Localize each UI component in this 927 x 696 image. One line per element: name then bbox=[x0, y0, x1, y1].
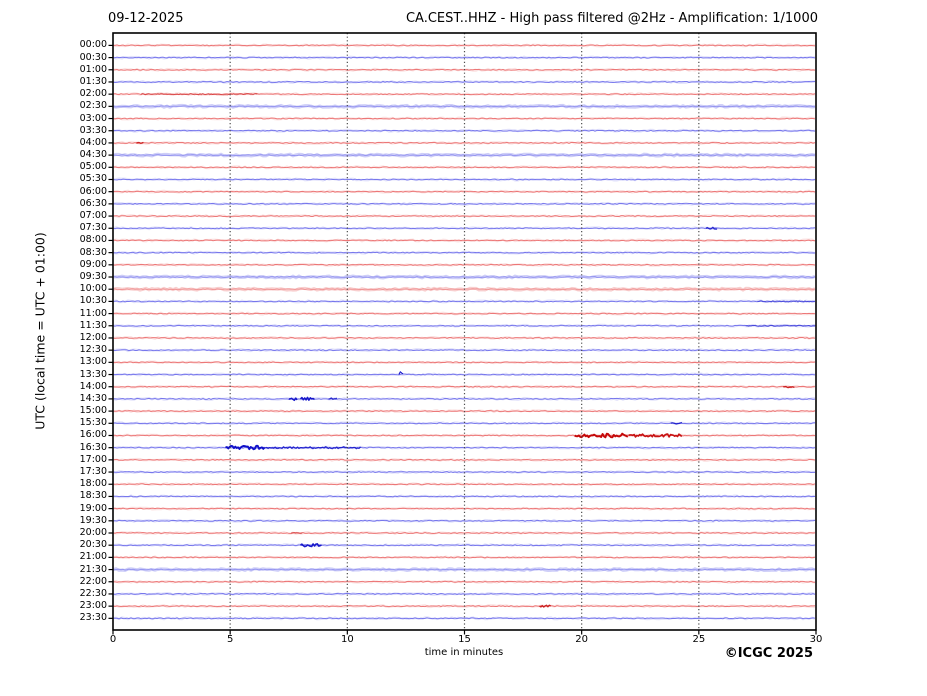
x-tick-label-10: 10 bbox=[332, 634, 362, 645]
y-tick-label-05:00: 05:00 bbox=[0, 162, 107, 172]
y-tick-labels: 00:00 00:30 01:00 01:30 02:00 02:30 03:00 03:30… bbox=[0, 0, 107, 696]
x-tick-label-20: 20 bbox=[567, 634, 597, 645]
y-tick-label-16:30: 16:30 bbox=[0, 443, 107, 453]
y-tick-label-14:30: 14:30 bbox=[0, 394, 107, 404]
y-tick-label-09:30: 09:30 bbox=[0, 272, 107, 282]
y-tick-label-07:30: 07:30 bbox=[0, 223, 107, 233]
y-tick-label-10:30: 10:30 bbox=[0, 296, 107, 306]
trace-20:00 bbox=[113, 533, 815, 534]
y-tick-label-16:00: 16:00 bbox=[0, 430, 107, 440]
y-tick-label-02:30: 02:30 bbox=[0, 101, 107, 111]
x-tick-label-25: 25 bbox=[684, 634, 714, 645]
y-tick-label-03:00: 03:00 bbox=[0, 114, 107, 124]
y-tick-label-11:30: 11:30 bbox=[0, 321, 107, 331]
y-tick-label-12:00: 12:00 bbox=[0, 333, 107, 343]
plot-frame bbox=[113, 33, 816, 630]
x-tick-label-5: 5 bbox=[215, 634, 245, 645]
x-tick-label-15: 15 bbox=[450, 634, 480, 645]
y-tick-label-01:00: 01:00 bbox=[0, 65, 107, 75]
copyright-label: ©ICGC 2025 bbox=[725, 646, 813, 661]
y-tick-label-13:30: 13:30 bbox=[0, 370, 107, 380]
y-tick-label-23:30: 23:30 bbox=[0, 613, 107, 623]
y-tick-label-07:00: 07:00 bbox=[0, 211, 107, 221]
y-tick-label-22:30: 22:30 bbox=[0, 589, 107, 599]
x-tick-label-0: 0 bbox=[98, 634, 128, 645]
y-tick-label-02:00: 02:00 bbox=[0, 89, 107, 99]
y-tick-label-11:00: 11:00 bbox=[0, 309, 107, 319]
y-tick-label-17:30: 17:30 bbox=[0, 467, 107, 477]
y-tick-label-12:30: 12:30 bbox=[0, 345, 107, 355]
y-tick-label-21:30: 21:30 bbox=[0, 565, 107, 575]
y-tick-label-23:00: 23:00 bbox=[0, 601, 107, 611]
y-tick-label-05:30: 05:30 bbox=[0, 174, 107, 184]
y-tick-label-06:30: 06:30 bbox=[0, 199, 107, 209]
y-tick-label-19:00: 19:00 bbox=[0, 504, 107, 514]
y-tick-label-18:30: 18:30 bbox=[0, 491, 107, 501]
y-tick-label-00:30: 00:30 bbox=[0, 53, 107, 63]
y-tick-label-04:00: 04:00 bbox=[0, 138, 107, 148]
trace-01:30 bbox=[113, 81, 815, 82]
y-tick-label-15:00: 15:00 bbox=[0, 406, 107, 416]
y-tick-label-13:00: 13:00 bbox=[0, 357, 107, 367]
y-tick-label-21:00: 21:00 bbox=[0, 552, 107, 562]
y-tick-label-20:30: 20:30 bbox=[0, 540, 107, 550]
y-tick-label-06:00: 06:00 bbox=[0, 187, 107, 197]
event-04:00-1 bbox=[136, 142, 143, 143]
helicorder-plot bbox=[0, 0, 927, 696]
helicorder-screen: 09-12-2025 CA.CEST..HHZ - High pass filt… bbox=[0, 0, 927, 696]
y-tick-label-17:00: 17:00 bbox=[0, 455, 107, 465]
y-tick-label-22:00: 22:00 bbox=[0, 577, 107, 587]
y-tick-label-08:00: 08:00 bbox=[0, 235, 107, 245]
y-tick-label-18:00: 18:00 bbox=[0, 479, 107, 489]
y-tick-label-19:30: 19:30 bbox=[0, 516, 107, 526]
x-tick-label-30: 30 bbox=[801, 634, 831, 645]
y-tick-label-15:30: 15:30 bbox=[0, 418, 107, 428]
y-tick-label-14:00: 14:00 bbox=[0, 382, 107, 392]
y-tick-label-00:00: 00:00 bbox=[0, 40, 107, 50]
y-tick-label-08:30: 08:30 bbox=[0, 248, 107, 258]
event-14:30-7.5 bbox=[289, 398, 297, 400]
trace-22:30 bbox=[113, 593, 815, 594]
y-tick-label-01:30: 01:30 bbox=[0, 77, 107, 87]
y-tick-label-04:30: 04:30 bbox=[0, 150, 107, 160]
y-tick-label-20:00: 20:00 bbox=[0, 528, 107, 538]
x-axis-label: time in minutes bbox=[425, 647, 504, 658]
y-tick-label-10:00: 10:00 bbox=[0, 284, 107, 294]
y-tick-label-03:30: 03:30 bbox=[0, 126, 107, 136]
y-tick-label-09:00: 09:00 bbox=[0, 260, 107, 270]
